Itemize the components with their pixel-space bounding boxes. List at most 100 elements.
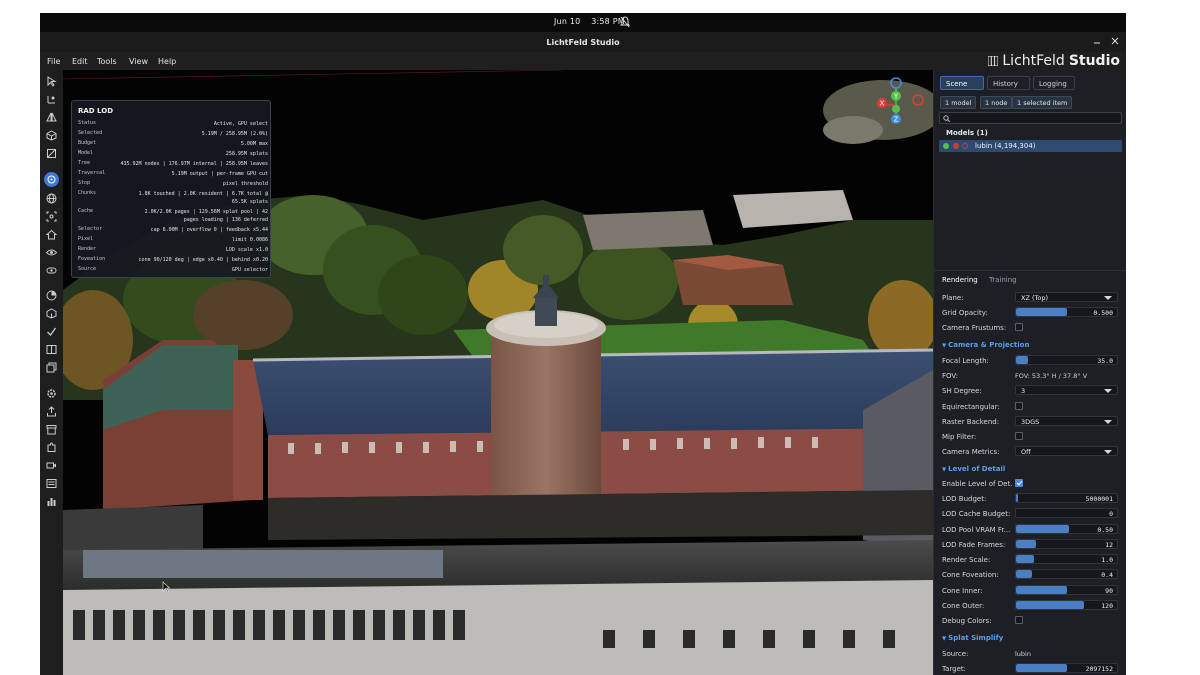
crop-icon[interactable] [44,146,59,161]
section-level-of-detail[interactable]: Level of Detail [942,465,1005,473]
lod-key: Model [78,150,94,156]
slider-value: 90 [1105,587,1113,595]
transform-icon[interactable] [44,92,59,107]
models-header[interactable]: Models (1) [946,129,988,137]
home-icon[interactable] [44,227,59,242]
gizmo-neg-z[interactable] [890,77,902,89]
lod-value: 5.19M output | per-frame GPU cut [171,171,268,177]
target-label: Target: [942,665,967,673]
slider-value: 2097152 [1085,665,1113,673]
section-splat-simplify[interactable]: Splat Simplify [942,634,1003,642]
stats-icon[interactable] [44,476,59,491]
model-row-lubin[interactable]: lubin (4,194,304) [939,140,1122,152]
cube-icon[interactable] [44,128,59,143]
3d-viewport[interactable]: RAD LOD Status Active, GPU select Selecte… [63,70,933,675]
gizmo-neg-x[interactable] [912,94,924,106]
lod-value: 5.00M max [240,141,268,147]
check-icon[interactable] [44,324,59,339]
layers-icon[interactable] [44,360,59,375]
close-icon[interactable] [1110,36,1120,46]
scan-icon[interactable] [44,209,59,224]
slider-value: 0.50 [1097,526,1113,534]
mirror-icon[interactable] [44,110,59,125]
equirect-checkbox[interactable] [1015,402,1023,410]
minimize-icon[interactable] [1092,36,1102,46]
export-icon[interactable] [44,404,59,419]
lod-value: limit 0.0086 [231,237,268,243]
cone-foveation-slider[interactable]: 0.4 [1015,569,1118,579]
chip-node-count[interactable]: 1 node [980,96,1013,109]
rad-lod-overlay: RAD LOD Status Active, GPU select Selecte… [71,100,271,278]
scene-search-input[interactable] [939,112,1122,124]
axis-gizmo[interactable]: Y X Z [868,77,924,133]
focus-icon[interactable] [44,263,59,278]
cone-outer-label: Cone Outer: [942,602,985,610]
slider-fill [1016,540,1037,548]
gizmo-center[interactable] [892,105,900,113]
lod-cache-slider[interactable]: 0 [1015,508,1118,518]
archive-icon[interactable] [44,422,59,437]
tab-training[interactable]: Training [989,276,1017,284]
chip-model-count[interactable]: 1 model [940,96,977,109]
tab-scene[interactable]: Scene [940,76,984,90]
menu-help[interactable]: Help [158,57,176,66]
split-icon[interactable] [44,342,59,357]
lod-key: Traversal [78,170,106,176]
video-icon[interactable] [44,458,59,473]
tab-logging[interactable]: Logging [1033,76,1075,90]
notifications-muted-icon[interactable] [620,16,630,28]
lod-fade-slider[interactable]: 12 [1015,539,1118,549]
left-toolbar [40,70,63,675]
plane-dropdown[interactable]: XZ (Top) [1015,292,1118,302]
delete-icon[interactable] [962,143,968,149]
raster-backend-dropdown[interactable]: 3DGS [1015,416,1118,426]
settings-icon[interactable] [44,386,59,401]
menu-edit[interactable]: Edit [72,57,88,66]
menu-file[interactable]: File [47,57,60,66]
tab-history[interactable]: History [987,76,1030,90]
debug-colors-checkbox[interactable] [1015,616,1023,624]
slider-value: 35.0 [1097,357,1113,365]
brand-name-bold: Studio [1068,53,1120,69]
menu-tools[interactable]: Tools [97,57,117,66]
rotate-mode-icon[interactable] [44,172,59,187]
section-camera-projection[interactable]: Camera & Projection [942,341,1029,349]
menu-view[interactable]: View [129,57,148,66]
lock-icon[interactable] [953,143,959,149]
lod-budget-slider[interactable]: 5000001 [1015,493,1118,503]
cone-outer-slider[interactable]: 120 [1015,600,1118,610]
select-arrow-icon[interactable] [44,74,59,89]
brand-logo: LichtFeld Studio [988,53,1120,69]
puzzle-icon[interactable] [44,440,59,455]
dial-icon[interactable] [44,288,59,303]
lod-key: Chunks [78,190,97,196]
grid-opacity-slider[interactable]: 0.500 [1015,307,1118,317]
lod-budget-label: LOD Budget: [942,495,987,503]
lod-pool-slider[interactable]: 0.50 [1015,524,1118,534]
lod-value: cone 90/120 deg | edge x0.40 | behind x0… [138,257,268,263]
chevron-down-icon [1104,296,1112,300]
visibility-eye-icon[interactable] [943,143,949,149]
gizmo-z-label: Z [894,116,899,124]
target-slider[interactable]: 2097152 [1015,663,1118,673]
render-scale-slider[interactable]: 1.0 [1015,554,1118,564]
camera-frustums-checkbox[interactable] [1015,323,1023,331]
sh-degree-value: 3 [1021,387,1026,395]
sh-degree-dropdown[interactable]: 3 [1015,385,1118,395]
cone-inner-slider[interactable]: 90 [1015,585,1118,595]
box-3d-icon[interactable] [44,306,59,321]
globe-icon[interactable] [44,191,59,206]
slider-fill [1016,555,1035,563]
eye-icon[interactable] [44,245,59,260]
enable-lod-checkbox[interactable] [1015,479,1023,487]
mip-filter-checkbox[interactable] [1015,432,1023,440]
slider-value: 0.500 [1093,309,1113,317]
focal-length-slider[interactable]: 35.0 [1015,355,1118,365]
lod-value: Active, GPU select [213,121,268,127]
camera-metrics-dropdown[interactable]: Off [1015,446,1118,456]
tab-rendering[interactable]: Rendering [942,276,978,284]
gizmo-x-label: X [880,100,885,108]
bar-chart-icon[interactable] [44,494,59,509]
lod-key: Tree [78,160,91,166]
chip-selected-count[interactable]: 1 selected item [1012,96,1073,109]
